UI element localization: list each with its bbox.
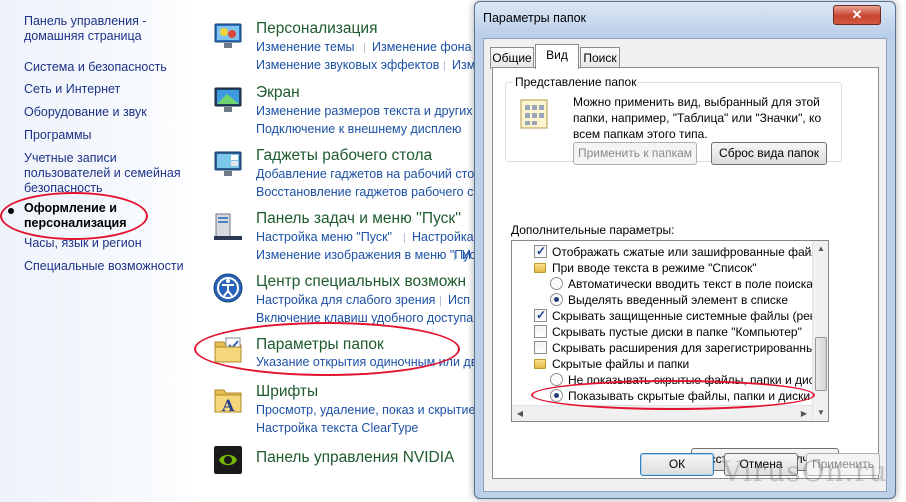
checkbox[interactable] bbox=[534, 307, 547, 323]
folder-options-dialog: Параметры папок ✕ Общие Вид Поиск Предст… bbox=[474, 1, 896, 499]
dialog-title: Параметры папок bbox=[483, 11, 587, 25]
scroll-right-icon[interactable]: ▶ bbox=[796, 406, 812, 421]
option-label: Отображать сжатые или зашифрованные файл… bbox=[552, 245, 828, 259]
watermark: VirusOn.ru bbox=[722, 455, 888, 488]
advanced-settings-label: Дополнительные параметры: bbox=[511, 223, 675, 237]
nav-item-network[interactable]: Сеть и Интернет bbox=[24, 82, 192, 97]
checkbox[interactable] bbox=[534, 325, 547, 338]
fonts-icon: A bbox=[214, 389, 242, 415]
link-use-more[interactable]: Исп bbox=[448, 293, 470, 307]
display-icon bbox=[214, 87, 242, 112]
advanced-settings-tree[interactable]: Отображать сжатые или зашифрованные файл… bbox=[511, 240, 829, 422]
radio-button[interactable] bbox=[550, 373, 563, 386]
close-icon[interactable]: ✕ bbox=[833, 5, 881, 25]
link-separator bbox=[440, 296, 441, 306]
nav-item-clock-region[interactable]: Часы, язык и регион bbox=[24, 236, 192, 251]
nav-item-accounts[interactable]: Учетные записи пользователей и семейная … bbox=[24, 151, 192, 196]
reset-folders-button[interactable]: Сброс вида папок bbox=[711, 142, 827, 165]
link-single-click[interactable]: Указание открытия одиночным или двой bbox=[256, 355, 491, 369]
link-customize-more[interactable]: Настройка bbox=[412, 230, 474, 244]
ease-of-access-icon bbox=[213, 273, 243, 303]
option-label: Не показывать скрытые файлы, папки и дис… bbox=[568, 373, 827, 387]
horizontal-scrollbar[interactable]: ◀ ▶ bbox=[512, 405, 812, 421]
nav-item-accessibility[interactable]: Специальные возможности bbox=[24, 259, 192, 274]
cat-gadgets-title[interactable]: Гаджеты рабочего стола bbox=[256, 147, 432, 165]
link-low-vision[interactable]: Настройка для слабого зрения bbox=[256, 293, 435, 307]
link-customize-start[interactable]: Настройка меню "Пуск" bbox=[256, 230, 392, 244]
option-label: Выделять введенный элемент в списке bbox=[568, 293, 788, 307]
link-restore-gadgets[interactable]: Восстановление гаджетов рабочего стол bbox=[256, 185, 493, 199]
view-tab-panel: Представление папок Можно применить вид,… bbox=[492, 67, 879, 479]
nav-item-programs[interactable]: Программы bbox=[24, 128, 192, 143]
scroll-up-icon[interactable]: ▲ bbox=[813, 241, 828, 257]
link-separator bbox=[404, 233, 405, 243]
left-navigation: Панель управления - домашняя страница Си… bbox=[0, 0, 196, 502]
link-external-display[interactable]: Подключение к внешнему дисплею bbox=[256, 122, 461, 136]
dialog-titlebar[interactable]: Параметры папок ✕ bbox=[475, 2, 895, 38]
tab-view[interactable]: Вид bbox=[535, 44, 579, 69]
folder-icon bbox=[534, 263, 546, 273]
link-change-background[interactable]: Изменение фона р bbox=[372, 40, 482, 54]
link-start-picture[interactable]: Изменение изображения в меню "Пуск" bbox=[256, 248, 486, 262]
option-label: При вводе текста в режиме "Список" bbox=[552, 261, 757, 275]
nvidia-icon bbox=[214, 446, 242, 474]
link-separator bbox=[444, 61, 445, 71]
nav-home-link[interactable]: Панель управления - домашняя страница bbox=[24, 14, 192, 44]
vertical-scrollbar[interactable]: ▲ ▼ bbox=[812, 241, 828, 421]
link-view-fonts[interactable]: Просмотр, удаление, показ и скрытие ш bbox=[256, 403, 489, 417]
nav-item-appearance[interactable]: Оформление и персонализация bbox=[24, 201, 144, 231]
radio-button[interactable] bbox=[550, 389, 563, 402]
link-separator bbox=[364, 43, 365, 53]
scroll-left-icon[interactable]: ◀ bbox=[512, 406, 528, 421]
nav-item-security[interactable]: Система и безопасность bbox=[24, 60, 192, 75]
option-label: Показывать скрытые файлы, папки и диски bbox=[568, 389, 811, 403]
gadgets-icon bbox=[214, 151, 242, 176]
scroll-thumb[interactable] bbox=[815, 337, 827, 391]
checkbox[interactable] bbox=[534, 341, 547, 354]
option-label: Скрытые файлы и папки bbox=[552, 357, 690, 371]
svg-text:A: A bbox=[221, 396, 235, 415]
link-sticky-keys[interactable]: Включение клавиш удобного доступа bbox=[256, 311, 473, 325]
folder-view-legend: Представление папок bbox=[513, 75, 639, 89]
radio-button[interactable] bbox=[550, 277, 563, 290]
cat-display-title[interactable]: Экран bbox=[256, 84, 300, 102]
link-start-more[interactable]: И bbox=[462, 248, 471, 262]
cat-fonts-title[interactable]: Шрифты bbox=[256, 383, 318, 401]
apply-to-folders-button[interactable]: Применить к папкам bbox=[573, 142, 697, 165]
cat-personalization-title[interactable]: Персонализация bbox=[256, 20, 377, 38]
taskbar-icon bbox=[214, 213, 242, 240]
dialog-client-area: Общие Вид Поиск Представление папок Можн… bbox=[483, 38, 887, 492]
option-label: Скрывать защищенные системные файлы (рек… bbox=[552, 309, 829, 323]
link-cleartype[interactable]: Настройка текста ClearType bbox=[256, 421, 418, 435]
link-change-theme[interactable]: Изменение темы bbox=[256, 40, 355, 54]
nav-item-hardware[interactable]: Оборудование и звук bbox=[24, 105, 192, 120]
checkbox[interactable] bbox=[534, 243, 547, 259]
cat-taskbar-title[interactable]: Панель задач и меню ''Пуск'' bbox=[256, 210, 461, 228]
option-label: Скрывать пустые диски в папке "Компьютер… bbox=[552, 325, 802, 339]
option-label: Автоматически вводить текст в поле поиск… bbox=[568, 277, 813, 291]
link-separator bbox=[454, 251, 455, 261]
tab-general[interactable]: Общие bbox=[490, 47, 534, 69]
link-text-size[interactable]: Изменение размеров текста и других эл bbox=[256, 104, 489, 118]
folder-view-icon bbox=[520, 99, 548, 129]
cat-folder-options-title[interactable]: Параметры папок bbox=[256, 336, 384, 354]
folder-icon bbox=[534, 359, 546, 369]
radio-button[interactable] bbox=[550, 293, 563, 306]
personalization-icon bbox=[214, 23, 242, 48]
option-label: Скрывать расширения для зарегистрированн… bbox=[552, 341, 829, 355]
link-change-sounds[interactable]: Изменение звуковых эффектов bbox=[256, 58, 439, 72]
folder-view-description: Можно применить вид, выбранный для этой … bbox=[573, 95, 822, 141]
folder-options-icon bbox=[214, 337, 242, 363]
link-add-gadgets[interactable]: Добавление гаджетов на рабочий стол bbox=[256, 167, 481, 181]
scroll-down-icon[interactable]: ▼ bbox=[813, 405, 828, 421]
ok-button[interactable]: ОК bbox=[640, 453, 714, 476]
tab-search[interactable]: Поиск bbox=[580, 47, 620, 69]
cat-ease-title[interactable]: Центр специальных возможн bbox=[256, 273, 466, 291]
cat-nvidia-title[interactable]: Панель управления NVIDIA bbox=[256, 449, 454, 467]
active-bullet bbox=[8, 208, 14, 214]
